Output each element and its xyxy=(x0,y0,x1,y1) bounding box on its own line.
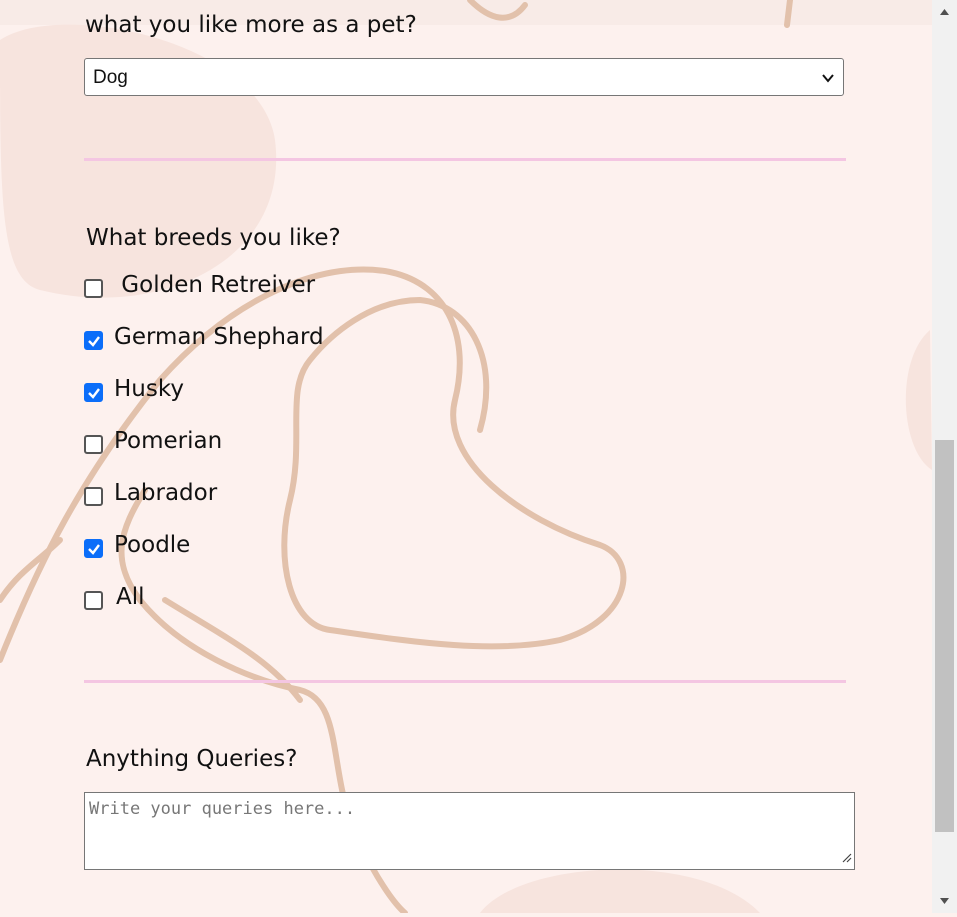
breed-label: German Shephard xyxy=(114,324,324,350)
pet-question: what you like more as a pet? xyxy=(85,12,417,38)
breed-label: Pomerian xyxy=(114,428,223,454)
checkmark-icon xyxy=(88,336,100,347)
vertical-scrollbar[interactable] xyxy=(932,0,957,913)
arrow-up-icon xyxy=(940,9,949,15)
breed-label: Labrador xyxy=(114,480,218,506)
chevron-down-icon xyxy=(821,70,835,89)
scrollbar-thumb[interactable] xyxy=(935,440,954,832)
checkbox-labrador[interactable] xyxy=(84,487,103,506)
checkmark-icon xyxy=(88,388,100,399)
section-divider xyxy=(84,680,846,683)
pet-select[interactable]: Dog xyxy=(84,58,844,96)
queries-textarea[interactable]: Write your queries here... xyxy=(84,792,855,870)
section-divider xyxy=(84,158,846,161)
scroll-up-button[interactable] xyxy=(932,0,957,24)
scroll-down-button[interactable] xyxy=(932,889,957,913)
checkbox-golden-retriever[interactable] xyxy=(84,279,103,298)
queries-placeholder: Write your queries here... xyxy=(89,799,356,819)
breed-label: Husky xyxy=(114,376,184,402)
checkbox-german-shephard[interactable] xyxy=(84,331,103,350)
breed-label: All xyxy=(116,584,145,610)
checkbox-husky[interactable] xyxy=(84,383,103,402)
queries-question: Anything Queries? xyxy=(86,746,298,772)
checkmark-icon xyxy=(88,544,100,555)
checkbox-poodle[interactable] xyxy=(84,539,103,558)
checkbox-all[interactable] xyxy=(84,591,103,610)
arrow-down-icon xyxy=(940,898,949,904)
resize-grip-icon[interactable] xyxy=(840,848,852,867)
pet-select-value: Dog xyxy=(93,67,128,88)
checkbox-pomerian[interactable] xyxy=(84,435,103,454)
breeds-question: What breeds you like? xyxy=(86,225,341,251)
breed-label: Golden Retreiver xyxy=(114,272,316,298)
breed-label: Poodle xyxy=(114,532,191,558)
